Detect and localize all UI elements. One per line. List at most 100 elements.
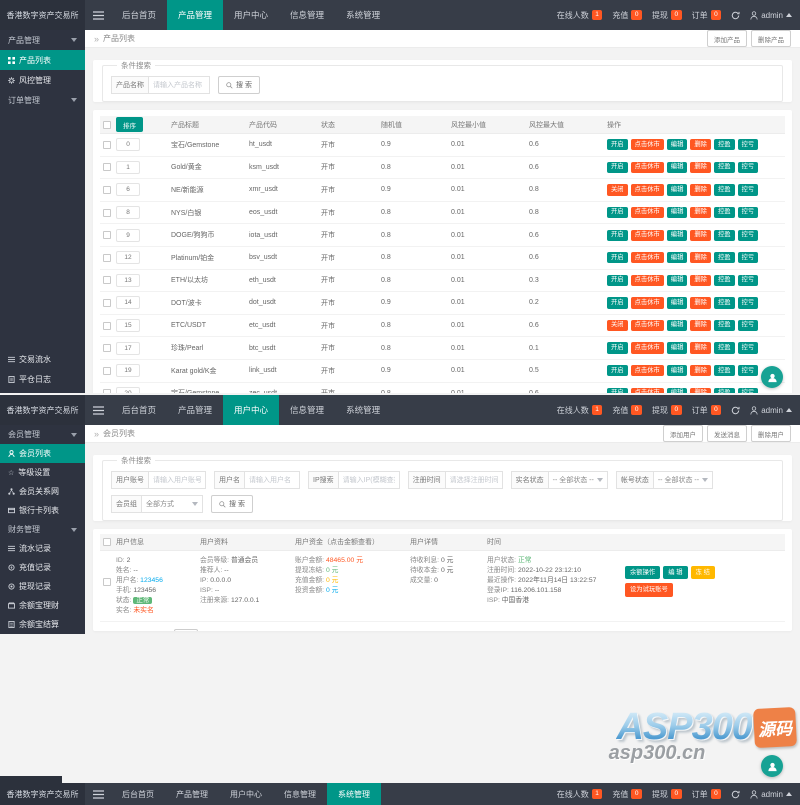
sort-input[interactable]: 15: [116, 319, 140, 333]
help-floating-button[interactable]: [761, 755, 783, 777]
force-up-button[interactable]: 控盈: [713, 206, 735, 219]
nav-products[interactable]: 产品管理: [165, 783, 219, 805]
sort-input[interactable]: 19: [116, 364, 140, 378]
pause-market-button[interactable]: 点击休市: [630, 161, 664, 174]
member-group-select[interactable]: 全部方式: [141, 495, 203, 513]
sidebar-item-flow-records[interactable]: 流水记录: [0, 539, 85, 558]
nav-users[interactable]: 用户中心: [219, 783, 273, 805]
row-checkbox[interactable]: [103, 253, 111, 262]
realname-status-select[interactable]: -- 全部状态 --: [547, 471, 608, 489]
toggle-button[interactable]: 开启: [607, 387, 628, 393]
toggle-button[interactable]: 开启: [607, 252, 628, 264]
sidebar-item-close-log[interactable]: 平仓日志: [0, 369, 85, 389]
account-input[interactable]: [148, 471, 206, 489]
nav-system[interactable]: 系统管理: [327, 783, 381, 805]
refresh-icon[interactable]: [731, 790, 740, 799]
sort-input[interactable]: 0: [116, 138, 140, 152]
delete-button[interactable]: 删除: [690, 252, 711, 264]
force-up-button[interactable]: 控盈: [713, 319, 735, 332]
balance-operation-button[interactable]: 余额操作: [625, 566, 661, 580]
order-count[interactable]: 订单 0: [692, 789, 722, 800]
toggle-button[interactable]: 开启: [607, 365, 628, 377]
force-up-button[interactable]: 控盈: [713, 297, 735, 309]
force-down-button[interactable]: 控亏: [737, 365, 759, 377]
select-all-checkbox[interactable]: [103, 120, 111, 129]
toggle-button[interactable]: 开启: [607, 297, 628, 309]
online-count[interactable]: 在线人数 1: [557, 789, 603, 800]
pause-market-button[interactable]: 点击休市: [630, 184, 664, 196]
sidebar-item-yuebao-invest[interactable]: 余额宝理财: [0, 596, 85, 615]
sidebar-group-finance[interactable]: 财务管理: [0, 520, 85, 539]
search-button[interactable]: 搜 索: [211, 495, 253, 513]
row-checkbox[interactable]: [103, 208, 111, 217]
force-down-button[interactable]: 控亏: [737, 274, 759, 286]
sidebar-item-recharge-records[interactable]: 充值记录: [0, 558, 85, 577]
sidebar-item-trade-flow[interactable]: 交易流水: [0, 349, 85, 369]
edit-button[interactable]: 编辑: [666, 206, 688, 219]
sort-input[interactable]: 14: [116, 296, 140, 310]
pause-market-button[interactable]: 点击休市: [630, 387, 664, 393]
hamburger-menu-icon[interactable]: [85, 0, 111, 30]
toggle-button[interactable]: 开启: [607, 274, 628, 286]
row-checkbox[interactable]: [103, 344, 111, 353]
force-down-button[interactable]: 控亏: [737, 319, 759, 332]
withdraw-count[interactable]: 提现 0: [652, 10, 682, 21]
hamburger-menu-icon[interactable]: [85, 395, 111, 425]
username-input[interactable]: [244, 471, 300, 489]
toggle-button[interactable]: 开启: [607, 206, 628, 219]
sidebar-item-yuebao-settle[interactable]: 余额宝结算: [0, 615, 85, 634]
edit-button[interactable]: 编辑: [666, 387, 688, 393]
force-up-button[interactable]: 控盈: [713, 365, 735, 377]
sidebar-item-level[interactable]: ☆ 等级设置: [0, 463, 85, 482]
force-down-button[interactable]: 控亏: [737, 387, 759, 393]
force-down-button[interactable]: 控亏: [737, 229, 759, 241]
add-product-button[interactable]: 添加产品: [707, 30, 747, 47]
force-up-button[interactable]: 控盈: [713, 274, 735, 286]
force-up-button[interactable]: 控盈: [713, 161, 735, 174]
force-down-button[interactable]: 控亏: [737, 252, 759, 264]
force-up-button[interactable]: 控盈: [713, 184, 735, 196]
freeze-button[interactable]: 冻 结: [690, 566, 715, 580]
row-checkbox[interactable]: [103, 298, 111, 307]
toggle-button[interactable]: 关闭: [607, 319, 628, 332]
user-menu[interactable]: admin: [750, 11, 792, 20]
sidebar-group-products[interactable]: 产品管理: [0, 30, 85, 50]
pause-market-button[interactable]: 点击休市: [630, 342, 664, 354]
delete-button[interactable]: 删除: [690, 319, 711, 332]
sidebar-item-product-list[interactable]: 产品列表: [0, 50, 85, 70]
pause-market-button[interactable]: 点击休市: [630, 229, 664, 241]
sidebar-item-withdraw-records[interactable]: 提现记录: [0, 577, 85, 596]
pause-market-button[interactable]: 点击休市: [630, 206, 664, 219]
edit-button[interactable]: 编辑: [666, 139, 688, 151]
recharge-amount[interactable]: 0 元: [326, 577, 338, 584]
delete-product-button[interactable]: 删除产品: [751, 30, 791, 47]
order-count[interactable]: 订单 0: [692, 10, 722, 21]
row-checkbox[interactable]: [103, 163, 111, 172]
invest-amount[interactable]: 0 元: [326, 587, 338, 594]
edit-button[interactable]: 编辑: [666, 297, 688, 309]
force-up-button[interactable]: 控盈: [713, 252, 735, 264]
pause-market-button[interactable]: 点击休市: [630, 365, 664, 377]
nav-system[interactable]: 系统管理: [335, 0, 391, 30]
sidebar-item-network[interactable]: 会员关系网: [0, 482, 85, 501]
force-up-button[interactable]: 控盈: [713, 139, 735, 151]
help-floating-button[interactable]: [761, 366, 783, 388]
row-checkbox[interactable]: [103, 140, 111, 149]
force-down-button[interactable]: 控亏: [737, 139, 759, 151]
pause-market-button[interactable]: 点击休市: [630, 139, 664, 151]
sort-input[interactable]: 8: [116, 206, 140, 220]
sort-input[interactable]: 1: [116, 160, 140, 174]
force-down-button[interactable]: 控亏: [737, 342, 759, 354]
ip-input[interactable]: [337, 471, 400, 489]
user-menu[interactable]: admin: [750, 790, 792, 799]
force-down-button[interactable]: 控亏: [737, 184, 759, 196]
online-count[interactable]: 在线人数 1: [557, 405, 603, 416]
delete-button[interactable]: 删除: [690, 387, 711, 393]
set-demo-account-button[interactable]: 设为试玩账号: [625, 583, 673, 597]
delete-button[interactable]: 删除: [690, 297, 711, 309]
user-menu[interactable]: admin: [750, 406, 792, 415]
delete-button[interactable]: 删除: [690, 342, 711, 354]
edit-button[interactable]: 编辑: [666, 184, 688, 196]
sort-input[interactable]: 9: [116, 228, 140, 242]
edit-button[interactable]: 编辑: [666, 252, 688, 264]
